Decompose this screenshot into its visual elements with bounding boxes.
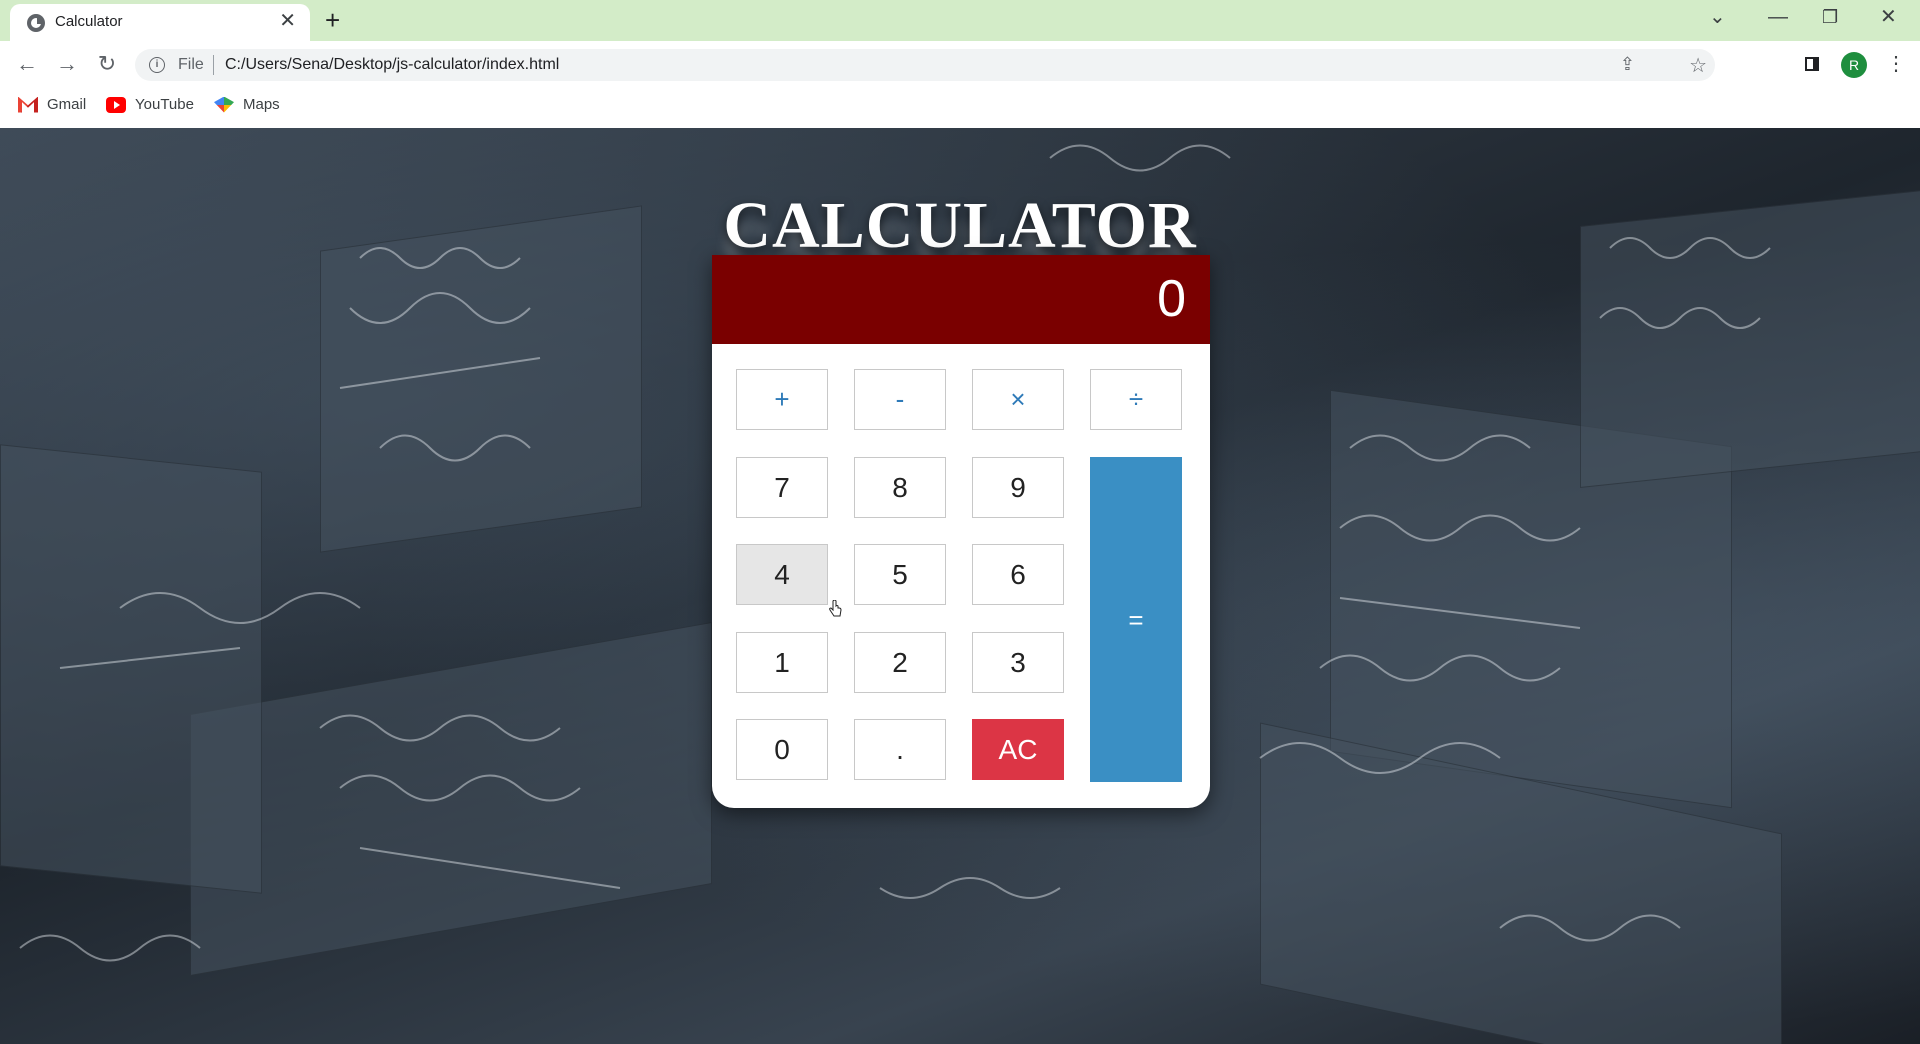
page-title: CALCULATOR <box>723 189 1197 262</box>
digit-1-button[interactable]: 1 <box>736 632 828 693</box>
close-tab-icon[interactable]: ✕ <box>279 11 296 31</box>
restore-icon[interactable]: ❐ <box>1822 6 1838 28</box>
digit-7-button[interactable]: 7 <box>736 457 828 518</box>
close-window-icon[interactable]: ✕ <box>1880 6 1897 28</box>
digit-5-button[interactable]: 5 <box>854 544 946 605</box>
gmail-icon <box>18 96 38 113</box>
bookmark-youtube[interactable]: YouTube <box>106 96 194 113</box>
browser-tab[interactable]: Calculator ✕ <box>10 4 310 41</box>
forward-icon[interactable]: → <box>54 51 80 77</box>
share-icon[interactable]: ⇪ <box>1620 54 1635 75</box>
divide-button[interactable]: ÷ <box>1090 369 1182 430</box>
side-panel-icon[interactable] <box>1805 57 1819 71</box>
digit-8-button[interactable]: 8 <box>854 457 946 518</box>
equals-button[interactable]: = <box>1090 457 1182 782</box>
clear-button[interactable]: AC <box>972 719 1064 780</box>
add-button[interactable]: + <box>736 369 828 430</box>
divider <box>213 55 214 75</box>
calculator-display: 0 <box>712 255 1210 344</box>
youtube-icon <box>106 96 126 113</box>
maps-icon <box>214 96 234 113</box>
tab-title: Calculator <box>55 13 123 30</box>
display-value: 0 <box>1157 270 1186 328</box>
digit-2-button[interactable]: 2 <box>854 632 946 693</box>
tab-search-icon[interactable]: ⌄ <box>1709 6 1726 28</box>
info-icon[interactable]: i <box>149 57 165 73</box>
subtract-button[interactable]: - <box>854 369 946 430</box>
bookmark-gmail[interactable]: Gmail <box>18 96 86 113</box>
bookmark-maps[interactable]: Maps <box>214 96 280 113</box>
more-menu-icon[interactable]: ⋮ <box>1886 51 1906 77</box>
tab-strip: Calculator ✕ + ⌄ — ❐ ✕ <box>0 0 1920 41</box>
url-scheme: File <box>178 56 204 73</box>
address-bar[interactable]: i File C:/Users/Sena/Desktop/js-calculat… <box>135 49 1715 81</box>
url-text[interactable]: C:/Users/Sena/Desktop/js-calculator/inde… <box>225 56 559 74</box>
hand-cursor-icon <box>829 600 842 617</box>
bookmark-label: Gmail <box>47 96 87 113</box>
bookmarks-bar: Gmail YouTube Maps <box>0 88 1920 128</box>
bookmark-star-icon[interactable]: ☆ <box>1689 53 1707 78</box>
globe-icon <box>27 14 45 32</box>
page-background: CALCULATOR 0 + - × ÷ 7 8 9 4 5 6 1 2 3 0… <box>0 128 1920 1044</box>
reload-icon[interactable]: ↻ <box>94 51 120 77</box>
digit-6-button[interactable]: 6 <box>972 544 1064 605</box>
digit-0-button[interactable]: 0 <box>736 719 828 780</box>
bookmark-label: Maps <box>243 96 280 113</box>
decimal-button[interactable]: . <box>854 719 946 780</box>
digit-3-button[interactable]: 3 <box>972 632 1064 693</box>
calculator: 0 + - × ÷ 7 8 9 4 5 6 1 2 3 0 . AC = <box>712 255 1210 808</box>
digit-9-button[interactable]: 9 <box>972 457 1064 518</box>
browser-toolbar: ← → ↻ i File C:/Users/Sena/Desktop/js-ca… <box>0 41 1920 88</box>
multiply-button[interactable]: × <box>972 369 1064 430</box>
bookmark-label: YouTube <box>135 96 194 113</box>
minimize-icon[interactable]: — <box>1768 6 1788 28</box>
back-icon[interactable]: ← <box>14 51 40 77</box>
new-tab-button[interactable]: + <box>325 6 340 34</box>
profile-avatar[interactable]: R <box>1841 52 1867 78</box>
digit-4-button[interactable]: 4 <box>736 544 828 605</box>
